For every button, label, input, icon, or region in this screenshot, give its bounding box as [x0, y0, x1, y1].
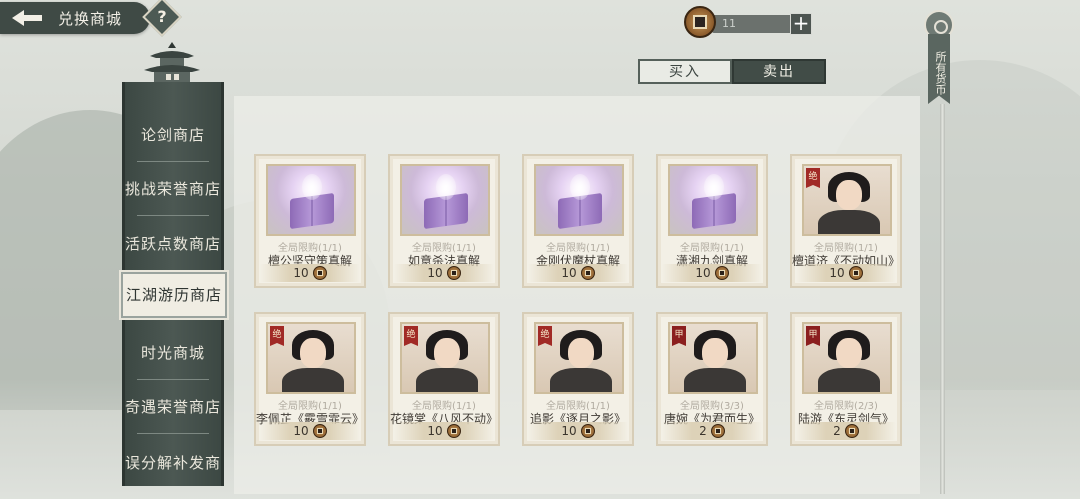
goods-card[interactable]: 甲 全局限购(2/3) 陆游《东灵剑气》 2	[790, 312, 902, 446]
skill-book-icon	[266, 164, 356, 236]
hero-face	[434, 338, 460, 368]
hero-body	[282, 368, 344, 392]
goods-card[interactable]: 全局限购(1/1) 檀公坚守策真解 10	[254, 154, 366, 288]
tab-buy[interactable]: 买入	[638, 59, 732, 84]
rank-badge-icon: 绝	[270, 326, 284, 346]
coin-icon	[848, 266, 863, 280]
price-value: 10	[695, 266, 711, 280]
goods-card[interactable]: 绝 全局限购(1/1) 李佩芷《霰雪霏云》 10	[254, 312, 366, 446]
goods-card[interactable]: 绝 全局限购(1/1) 檀道济《不动如山》 10	[790, 154, 902, 288]
coin-icon	[710, 424, 725, 438]
price-value: 10	[561, 266, 577, 280]
hero-face	[568, 338, 594, 368]
back-arrow-icon	[12, 10, 42, 26]
price-value: 10	[561, 424, 577, 438]
goods-price: 10	[662, 264, 762, 282]
hero-portrait: 绝	[266, 322, 356, 394]
goods-price: 2	[796, 422, 896, 440]
price-value: 10	[293, 424, 309, 438]
hero-body	[818, 368, 880, 392]
goods-panel: 全局限购(1/1) 檀公坚守策真解 10 全局限购(1/1) 如意杀法真解 10…	[234, 96, 920, 494]
goods-price: 10	[394, 264, 494, 282]
skill-book-icon	[534, 164, 624, 236]
buy-sell-tabs: 买入 卖出	[638, 59, 826, 84]
goods-price: 10	[394, 422, 494, 440]
rank-badge-icon: 绝	[404, 326, 418, 346]
hero-body	[818, 210, 880, 234]
decorative-pole	[940, 104, 945, 494]
add-currency-button[interactable]: +	[790, 13, 812, 35]
hero-face	[836, 338, 862, 368]
rank-badge-icon: 绝	[538, 326, 552, 346]
help-icon: ?	[157, 7, 167, 27]
currency-amount: 11	[712, 15, 792, 33]
coin-icon	[446, 266, 461, 280]
skill-book-icon	[668, 164, 758, 236]
hero-portrait: 绝	[534, 322, 624, 394]
price-value: 10	[427, 266, 443, 280]
coin-icon	[312, 266, 327, 280]
goods-price: 10	[528, 422, 628, 440]
all-currency-label: 所有货币	[928, 34, 950, 104]
price-value: 10	[293, 266, 309, 280]
hero-face	[300, 338, 326, 368]
price-value: 10	[427, 424, 443, 438]
price-value: 10	[829, 266, 845, 280]
goods-price: 2	[662, 422, 762, 440]
goods-card[interactable]: 甲 全局限购(3/3) 唐婉《为君而生》 2	[656, 312, 768, 446]
hero-body	[416, 368, 478, 392]
price-value: 2	[833, 424, 841, 438]
back-button[interactable]: 兑换商城	[0, 2, 150, 34]
price-value: 2	[699, 424, 707, 438]
tab-sell[interactable]: 卖出	[732, 59, 826, 84]
hero-portrait: 甲	[802, 322, 892, 394]
sidebar-item-activity-points[interactable]: 活跃点数商店	[125, 217, 221, 271]
goods-card[interactable]: 绝 全局限购(1/1) 追影《逐月之影》 10	[522, 312, 634, 446]
shop-sidebar: 论剑商店 挑战荣誉商店 活跃点数商店 江湖游历商店 时光商城 奇遇荣誉商店 误分…	[121, 82, 227, 486]
hero-body	[684, 368, 746, 392]
sidebar-item-time-mall[interactable]: 时光商城	[125, 326, 221, 380]
coin-icon	[446, 424, 461, 438]
rank-badge-icon: 甲	[806, 326, 820, 346]
goods-price: 10	[796, 264, 896, 282]
sidebar-item-jianghu-travel[interactable]: 江湖游历商店	[121, 272, 227, 318]
goods-card[interactable]: 全局限购(1/1) 潇湘九剑真解 10	[656, 154, 768, 288]
goods-card[interactable]: 全局限购(1/1) 金刚伏魔杖真解 10	[522, 154, 634, 288]
help-button[interactable]: ?	[142, 0, 182, 37]
coin-icon	[580, 424, 595, 438]
goods-price: 10	[260, 422, 360, 440]
page-title: 兑换商城	[58, 9, 123, 28]
hero-face	[836, 180, 862, 210]
rank-badge-icon: 绝	[806, 168, 820, 188]
goods-price: 10	[528, 264, 628, 282]
goods-card[interactable]: 全局限购(1/1) 如意杀法真解 10	[388, 154, 500, 288]
goods-price: 10	[260, 264, 360, 282]
goods-card[interactable]: 绝 全局限购(1/1) 花镜棠《八风不动》 10	[388, 312, 500, 446]
hero-body	[550, 368, 612, 392]
all-currency-button[interactable]: 所有货币	[922, 10, 956, 104]
rank-badge-icon: 甲	[672, 326, 686, 346]
hero-portrait: 绝	[802, 164, 892, 236]
sidebar-item-lunjian[interactable]: 论剑商店	[125, 108, 221, 162]
skill-book-icon	[400, 164, 490, 236]
coin-icon	[580, 266, 595, 280]
sidebar-item-challenge-honor[interactable]: 挑战荣誉商店	[125, 162, 221, 216]
hero-portrait: 绝	[400, 322, 490, 394]
coin-icon	[714, 266, 729, 280]
coin-icon	[312, 424, 327, 438]
hero-face	[702, 338, 728, 368]
sidebar-item-reissue[interactable]: 误分解补发商	[125, 436, 221, 490]
coin-icon	[684, 6, 716, 38]
sidebar-item-adventure-honor[interactable]: 奇遇荣誉商店	[125, 380, 221, 434]
hero-portrait: 甲	[668, 322, 758, 394]
coin-icon	[844, 424, 859, 438]
